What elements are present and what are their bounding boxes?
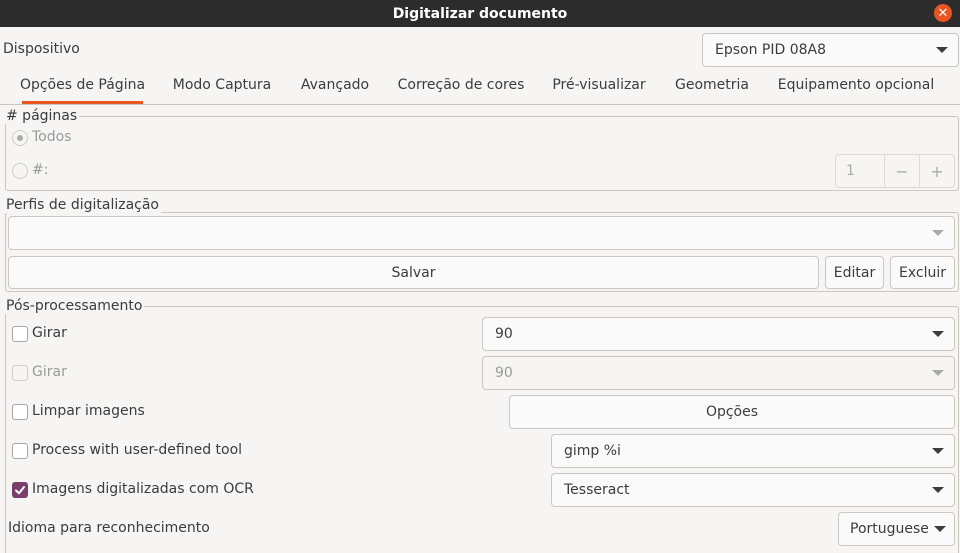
checkmark-icon <box>15 486 25 495</box>
tab-page-options[interactable]: Opções de Página <box>12 66 153 104</box>
language-label: Idioma para reconhecimento <box>8 520 210 536</box>
tab-label: Modo Captura <box>172 77 272 93</box>
tab-label: Pré-visualizar <box>552 77 646 93</box>
clean-images-checkbox[interactable] <box>12 404 28 420</box>
tab-bar: Opções de Página Modo Captura Avançado C… <box>0 66 960 105</box>
rotate2-label: Girar <box>32 364 67 380</box>
tab-label: Avançado <box>300 77 370 93</box>
profile-select[interactable] <box>8 216 955 250</box>
user-tool-select-value: gimp %i <box>564 443 621 459</box>
device-select-value: Epson PID 08A8 <box>715 42 827 58</box>
tab-label: Correção de cores <box>397 77 525 93</box>
minus-icon[interactable]: − <box>884 155 919 187</box>
rotate2-select[interactable]: 90 <box>482 356 955 390</box>
ocr-checkbox[interactable] <box>12 482 28 498</box>
chevron-down-icon <box>932 448 944 454</box>
ocr-engine-select-value: Tesseract <box>564 482 630 498</box>
plus-icon[interactable]: + <box>919 155 954 187</box>
tab-color-correction[interactable]: Correção de cores <box>388 66 534 104</box>
rotate2-select-value: 90 <box>495 365 513 381</box>
window-titlebar: Digitalizar documento ✕ <box>0 0 960 27</box>
rotate-label: Girar <box>32 325 67 341</box>
clean-images-label: Limpar imagens <box>32 403 145 419</box>
tab-capture-mode[interactable]: Modo Captura <box>162 66 282 104</box>
chevron-down-icon <box>932 487 944 493</box>
radio-all-pages[interactable] <box>12 130 28 146</box>
tab-label: Opções de Página <box>19 77 146 93</box>
language-select-value: Portuguese <box>850 521 929 537</box>
pages-frame <box>5 116 959 191</box>
chevron-down-icon <box>932 331 944 337</box>
chevron-down-icon <box>934 526 946 532</box>
rotate-select[interactable]: 90 <box>482 317 955 351</box>
tab-label: Geometria <box>675 77 749 93</box>
ocr-engine-select[interactable]: Tesseract <box>551 473 955 507</box>
user-tool-select[interactable]: gimp %i <box>551 434 955 468</box>
language-select[interactable]: Portuguese <box>838 512 955 546</box>
page-count-spinner[interactable]: 1 − + <box>835 154 955 188</box>
tab-advanced[interactable]: Avançado <box>292 66 378 104</box>
close-icon[interactable]: ✕ <box>934 4 952 22</box>
page-count-label: #: <box>32 162 49 178</box>
tab-preview[interactable]: Pré-visualizar <box>544 66 654 104</box>
all-pages-label: Todos <box>32 129 72 145</box>
clean-options-button[interactable]: Opções <box>509 395 955 429</box>
profiles-legend: Perfis de digitalização <box>4 197 161 213</box>
chevron-down-icon <box>932 370 944 376</box>
window-title: Digitalizar documento <box>392 5 568 22</box>
device-select[interactable]: Epson PID 08A8 <box>702 33 959 67</box>
chevron-down-icon <box>932 230 944 236</box>
chevron-down-icon <box>936 47 948 53</box>
user-tool-checkbox[interactable] <box>12 443 28 459</box>
tab-optional-equipment[interactable]: Equipamento opcional <box>770 66 942 104</box>
tab-geometry[interactable]: Geometria <box>664 66 760 104</box>
ocr-label: Imagens digitalizadas com OCR <box>32 481 254 497</box>
tab-label: Equipamento opcional <box>777 77 935 93</box>
rotate2-checkbox[interactable] <box>12 365 28 381</box>
device-label: Dispositivo <box>3 41 80 57</box>
page-count-value: 1 <box>846 163 855 179</box>
rotate-checkbox[interactable] <box>12 326 28 342</box>
save-profile-button[interactable]: Salvar <box>8 256 819 289</box>
pages-legend: # páginas <box>4 108 80 124</box>
postprocessing-legend: Pós-processamento <box>4 298 145 314</box>
radio-page-count[interactable] <box>12 163 28 179</box>
edit-profile-button[interactable]: Editar <box>825 256 884 289</box>
delete-profile-button[interactable]: Excluir <box>890 256 955 289</box>
user-tool-label: Process with user-defined tool <box>32 442 243 458</box>
rotate-select-value: 90 <box>495 326 513 342</box>
